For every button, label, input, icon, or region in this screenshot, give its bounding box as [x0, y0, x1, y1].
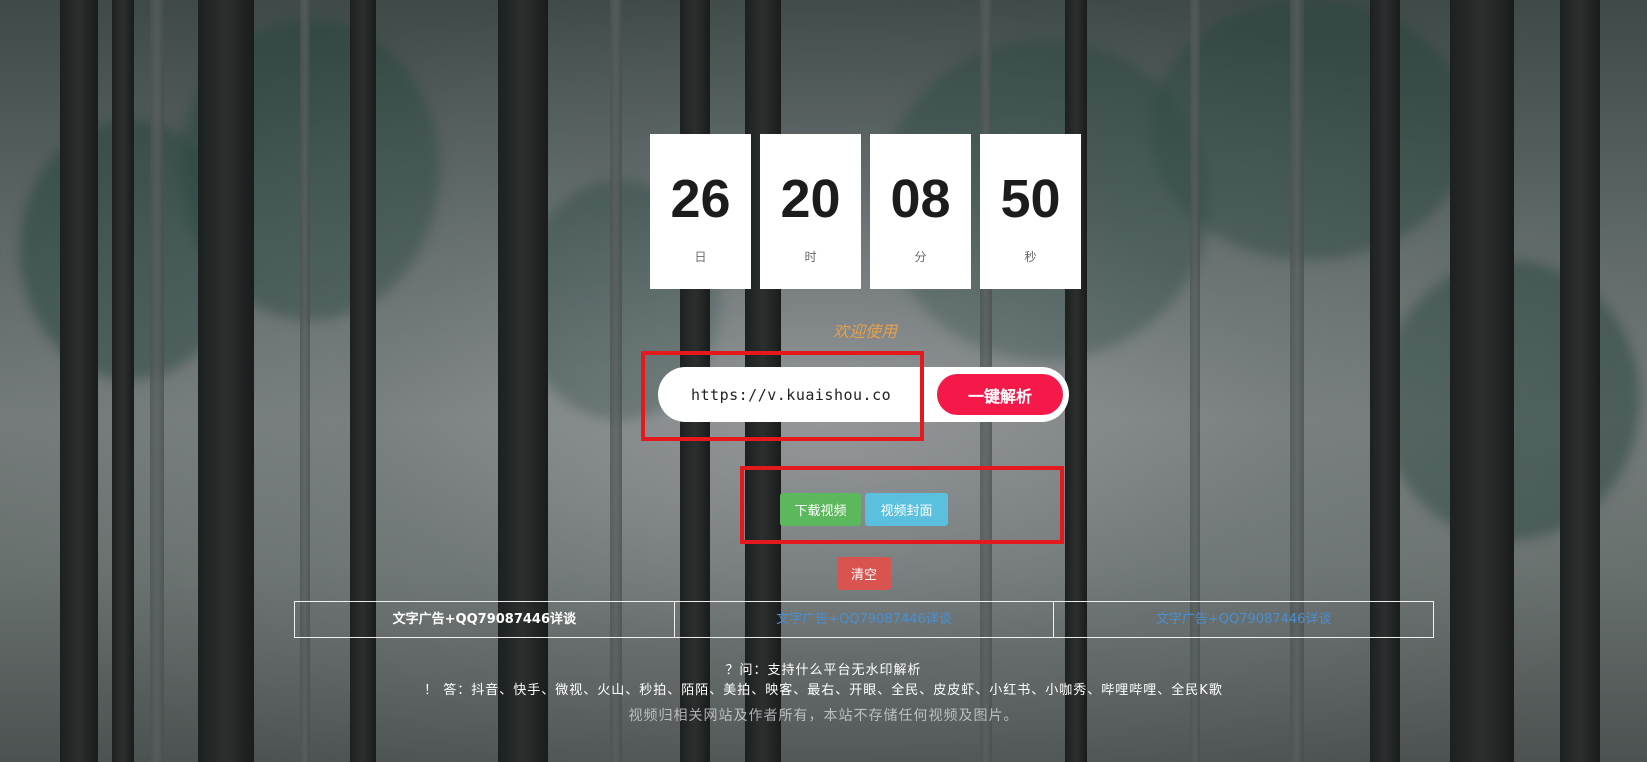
clear-button[interactable]: 清空: [837, 557, 891, 590]
video-cover-button[interactable]: 视频封面: [865, 493, 948, 526]
ad-link-3[interactable]: 文字广告+QQ79087446详谈: [1053, 602, 1433, 637]
countdown-minutes-label: 分: [914, 250, 927, 264]
disclaimer-note: 视频归相关网站及作者所有，本站不存储任何视频及图片。: [628, 708, 1019, 724]
countdown-seconds-value: 50: [1000, 169, 1061, 229]
countdown-minutes: 08 分: [870, 134, 971, 289]
countdown-hours: 20 时: [760, 134, 861, 289]
countdown-hours-value: 20: [780, 169, 841, 229]
welcome-text: 欢迎使用: [832, 322, 897, 341]
countdown-days: 26 日: [650, 134, 751, 289]
faq-question: ？问：支持什么平台无水印解析: [725, 663, 922, 678]
countdown-hours-label: 时: [804, 250, 817, 264]
countdown-days-value: 26: [670, 169, 731, 229]
faq-answer: ！ 答：抖音、快手、微视、火山、秒拍、陌陌、美拍、映客、最右、开眼、全民、皮皮虾…: [424, 683, 1223, 698]
ad-link-1[interactable]: 文字广告+QQ79087446详谈: [295, 602, 674, 637]
countdown-minutes-value: 08: [890, 169, 951, 229]
ad-bar: 文字广告+QQ79087446详谈 文字广告+QQ79087446详谈 文字广告…: [294, 601, 1434, 638]
input-highlight-box: [641, 351, 924, 441]
ad-link-2[interactable]: 文字广告+QQ79087446详谈: [673, 602, 1054, 637]
countdown-days-label: 日: [694, 250, 707, 264]
parse-button[interactable]: 一键解析: [937, 374, 1063, 415]
countdown-seconds: 50 秒: [980, 134, 1081, 289]
countdown-seconds-label: 秒: [1024, 250, 1037, 264]
download-video-button[interactable]: 下载视频: [780, 493, 861, 526]
countdown-timer: 26 日 20 时 08 分 50 秒: [650, 134, 1081, 289]
